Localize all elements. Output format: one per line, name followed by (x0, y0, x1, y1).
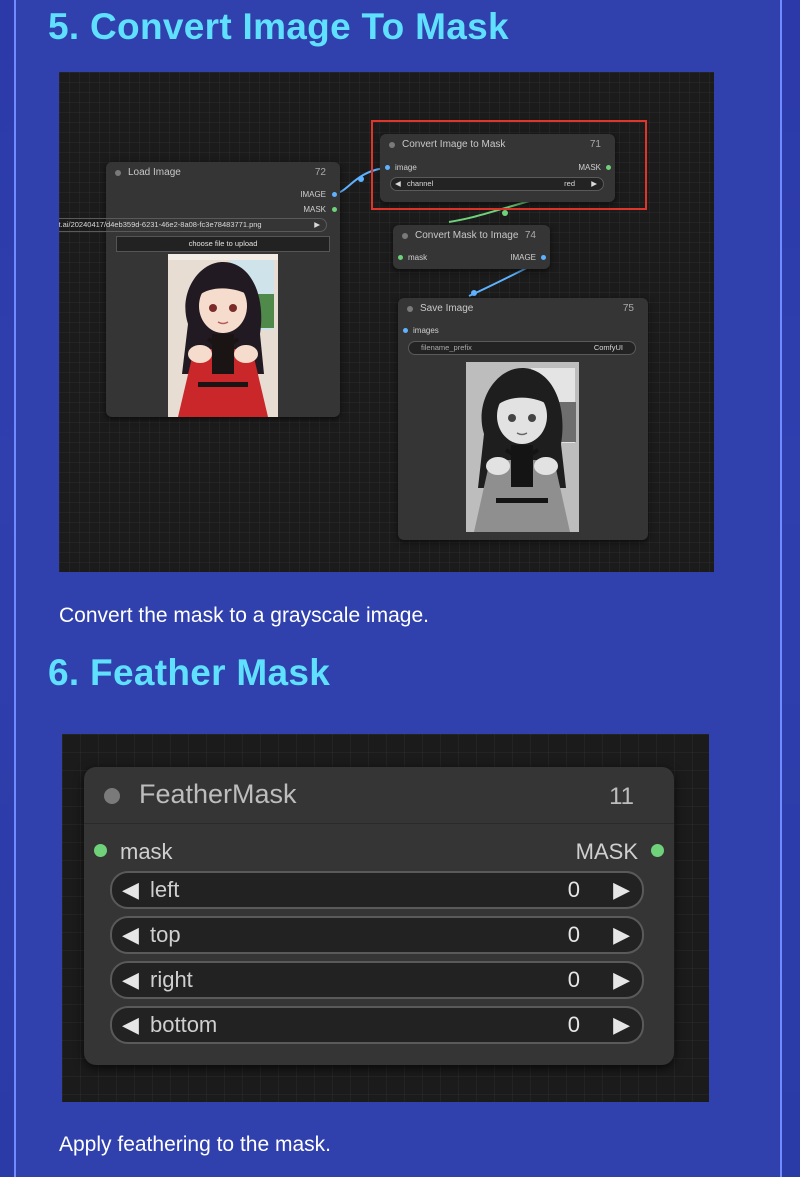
link-image-2-dot (471, 290, 477, 296)
input-mask-label: mask (120, 839, 173, 864)
convert-mask-to-image-node[interactable]: Convert Mask to Image 74 mask IMAGE (393, 225, 550, 269)
widget-value: 0 (567, 1012, 580, 1037)
widget-value: 0 (567, 877, 580, 902)
node-title-text: Convert Mask to Image (415, 230, 519, 241)
decrement-arrow-icon[interactable]: ◀ (122, 1012, 139, 1038)
node-id: 11 (609, 783, 634, 810)
increment-arrow-icon[interactable]: ▶ (613, 1012, 630, 1038)
top-widget[interactable]: ◀ top 0 ▶ (110, 916, 644, 954)
channel-label: channel (407, 179, 434, 188)
increment-arrow-icon[interactable]: ▶ (613, 877, 630, 903)
output-mask-pin[interactable] (606, 165, 611, 170)
section-heading-feather-mask: 6. Feather Mask (48, 652, 331, 693)
link-mask-dot (502, 210, 508, 216)
widget-label: bottom (150, 1012, 218, 1037)
image-file-value: rt.ai/20240417/d4eb359d-6231-46e2-8a08-f… (59, 220, 262, 229)
decrement-arrow-icon[interactable]: ◀ (122, 877, 139, 903)
collapse-dot-icon[interactable] (402, 233, 408, 239)
input-mask-label: mask (408, 253, 428, 262)
collapse-dot-icon[interactable] (104, 788, 120, 804)
node-title-text: Convert Image to Mask (402, 139, 506, 150)
next-arrow-icon[interactable]: ▶ (591, 179, 597, 188)
widget-label: right (150, 967, 193, 992)
next-arrow-icon[interactable]: ▶ (314, 220, 320, 229)
node-title-text: Load Image (128, 167, 181, 178)
input-mask-pin[interactable] (398, 255, 403, 260)
section6-caption: Apply feathering to the mask. (59, 1133, 331, 1156)
input-images-pin[interactable] (403, 328, 408, 333)
load-image-node-title[interactable]: Load Image 72 (106, 162, 340, 184)
channel-value: red (564, 179, 575, 188)
input-image-label: image (395, 163, 417, 172)
save-image-title[interactable]: Save Image 75 (398, 298, 648, 320)
filename-prefix-widget[interactable]: filename_prefix ComfyUI (408, 341, 636, 355)
output-mask-label: MASK (303, 205, 326, 214)
increment-arrow-icon[interactable]: ▶ (613, 967, 630, 993)
bottom-widget[interactable]: ◀ bottom 0 ▶ (110, 1006, 644, 1044)
convert-image-to-mask-title[interactable]: Convert Image to Mask 71 (380, 134, 615, 156)
widget-label: top (150, 922, 181, 947)
loaded-image-preview (168, 254, 278, 417)
convert-mask-to-image-title[interactable]: Convert Mask to Image 74 (393, 225, 550, 247)
output-image-label: IMAGE (300, 190, 326, 199)
input-images-label: images (413, 326, 439, 335)
save-image-node[interactable]: Save Image 75 images filename_prefix Com… (398, 298, 648, 540)
left-widget[interactable]: ◀ left 0 ▶ (110, 871, 644, 909)
link-image-dot (358, 176, 364, 182)
right-widget[interactable]: ◀ right 0 ▶ (110, 961, 644, 999)
output-mask-pin[interactable] (651, 844, 664, 857)
widget-label: left (150, 877, 180, 902)
node-id: 72 (314, 167, 326, 178)
output-image-pin[interactable] (332, 192, 337, 197)
output-image-label: IMAGE (510, 253, 536, 262)
node-graph-canvas[interactable]: Load Image 72 IMAGE MASK rt.ai/20240417/… (59, 72, 714, 572)
collapse-dot-icon[interactable] (389, 142, 395, 148)
output-mask-label: MASK (578, 163, 601, 172)
node-id: 71 (589, 139, 601, 150)
increment-arrow-icon[interactable]: ▶ (613, 922, 630, 948)
collapse-dot-icon[interactable] (115, 170, 121, 176)
section-heading-convert-image-to-mask: 5. Convert Image To Mask (48, 6, 509, 47)
node-title-text: FeatherMask (139, 779, 297, 809)
filename-prefix-label: filename_prefix (421, 343, 472, 352)
filename-prefix-value: ComfyUI (593, 343, 623, 352)
feather-mask-node[interactable]: FeatherMask 11 mask MASK ◀ left 0 ▶ ◀ to… (84, 767, 674, 1065)
output-mask-pin[interactable] (332, 207, 337, 212)
input-mask-pin[interactable] (94, 844, 107, 857)
output-image-pin[interactable] (541, 255, 546, 260)
widget-value: 0 (567, 967, 580, 992)
node-id: 75 (622, 303, 634, 314)
output-mask-label: MASK (575, 839, 638, 864)
decrement-arrow-icon[interactable]: ◀ (122, 922, 139, 948)
collapse-dot-icon[interactable] (407, 306, 413, 312)
feather-mask-title[interactable]: FeatherMask 11 (84, 767, 674, 824)
feather-mask-canvas[interactable]: FeatherMask 11 mask MASK ◀ left 0 ▶ ◀ to… (62, 734, 709, 1102)
prev-arrow-icon[interactable]: ◀ (395, 179, 401, 188)
node-id: 74 (524, 230, 536, 241)
input-image-pin[interactable] (385, 165, 390, 170)
load-image-node[interactable]: Load Image 72 IMAGE MASK rt.ai/20240417/… (59, 162, 340, 417)
saved-image-preview (466, 362, 579, 532)
channel-widget[interactable]: ◀ channel red ▶ (390, 177, 604, 191)
decrement-arrow-icon[interactable]: ◀ (122, 967, 139, 993)
convert-image-to-mask-node[interactable]: Convert Image to Mask 71 image MASK ◀ ch… (380, 134, 615, 202)
widget-value: 0 (567, 922, 580, 947)
image-file-select[interactable]: rt.ai/20240417/d4eb359d-6231-46e2-8a08-f… (59, 218, 327, 232)
node-title-text: Save Image (420, 303, 474, 314)
choose-file-button[interactable]: choose file to upload (116, 236, 330, 252)
section5-caption: Convert the mask to a grayscale image. (59, 604, 430, 627)
